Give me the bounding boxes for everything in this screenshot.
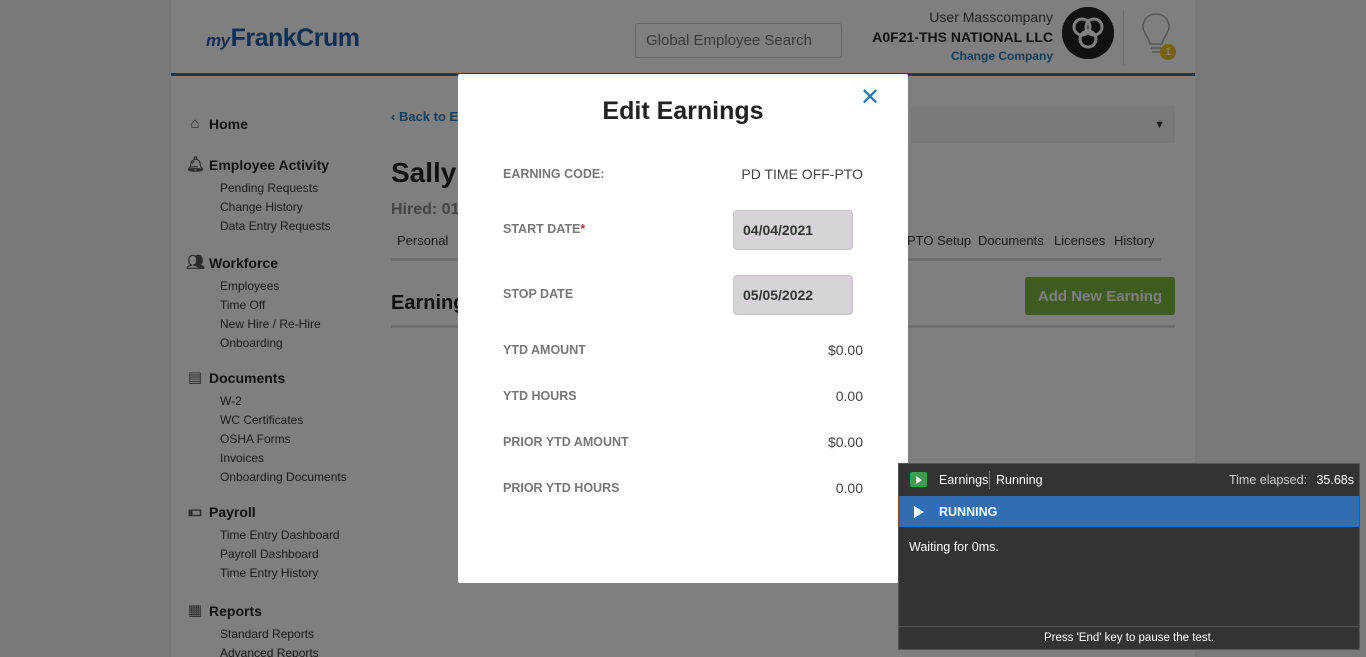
runner-separator [989, 471, 990, 489]
runner-footer: Press 'End' key to pause the test. [899, 626, 1359, 649]
runner-state-bar[interactable]: RUNNING [899, 496, 1359, 527]
ytd-amount-label: YTD AMOUNT [503, 343, 586, 357]
start-date-label-text: START DATE [503, 222, 581, 236]
close-icon[interactable]: ✕ [858, 86, 882, 110]
test-runner-panel: Earnings Running Time elapsed: 35.68s RU… [898, 463, 1360, 650]
edit-earnings-modal: Edit Earnings ✕ EARNING CODE: PD TIME OF… [458, 74, 908, 583]
ytd-amount-value: $0.00 [827, 342, 863, 358]
start-date-input[interactable] [733, 210, 853, 250]
runner-header: Earnings Running Time elapsed: 35.68s [899, 464, 1359, 496]
prior-ytd-hours-value: 0.00 [835, 480, 863, 496]
ytd-hours-label: YTD HOURS [503, 389, 577, 403]
earning-code-value: PD TIME OFF-PTO [741, 166, 863, 182]
stop-date-label: STOP DATE [503, 287, 574, 301]
runner-elapsed-value: 35.68s [1316, 473, 1354, 487]
play-icon [914, 506, 924, 518]
prior-ytd-amount-value: $0.00 [827, 434, 863, 450]
runner-elapsed-label: Time elapsed: [1228, 473, 1307, 487]
runner-test-name: Earnings [939, 473, 989, 487]
earning-code-label: EARNING CODE: [503, 167, 605, 181]
runner-status: Running [996, 473, 1043, 487]
start-date-label: START DATE* [503, 222, 585, 236]
stop-date-input[interactable] [733, 275, 853, 315]
test-run-icon [910, 472, 927, 487]
runner-message: Waiting for 0ms. [909, 540, 999, 554]
required-marker: * [580, 222, 586, 236]
runner-state-label: RUNNING [939, 505, 998, 519]
prior-ytd-amount-label: PRIOR YTD AMOUNT [503, 435, 629, 449]
ytd-hours-value: 0.00 [835, 388, 863, 404]
prior-ytd-hours-label: PRIOR YTD HOURS [503, 481, 620, 495]
modal-title: Edit Earnings [602, 97, 764, 125]
